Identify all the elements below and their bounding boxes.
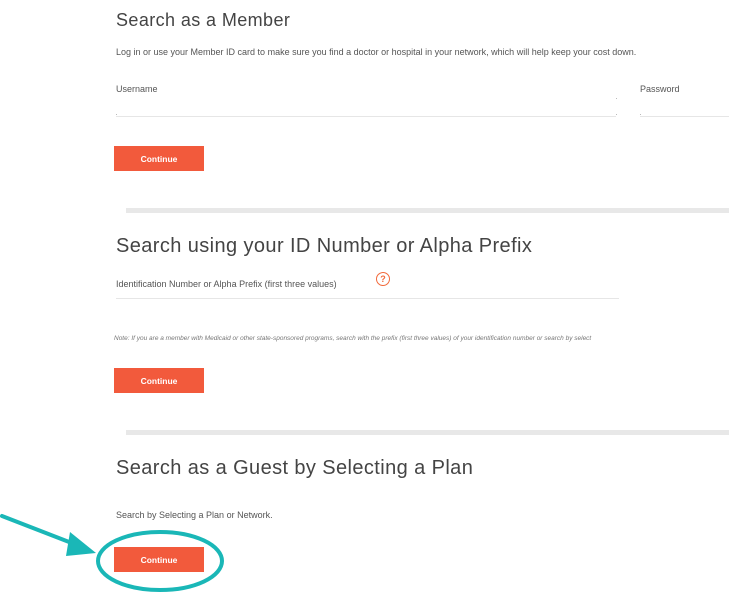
member-section-description: Log in or use your Member ID card to mak… <box>116 47 637 57</box>
username-field-marker <box>616 98 617 99</box>
password-label: Password <box>640 84 680 94</box>
member-continue-button[interactable]: Continue <box>114 146 204 171</box>
id-section-title: Search using your ID Number or Alpha Pre… <box>116 235 533 257</box>
arrow-icon <box>0 514 96 556</box>
section-divider <box>126 208 729 213</box>
password-field-marker <box>640 114 641 115</box>
username-input[interactable] <box>116 102 616 117</box>
username-label: Username <box>116 84 158 94</box>
id-number-input[interactable] <box>116 284 619 299</box>
guest-section-description: Search by Selecting a Plan or Network. <box>116 510 273 520</box>
page: Search as a Member Log in or use your Me… <box>0 0 729 592</box>
guest-continue-button[interactable]: Continue <box>114 547 204 572</box>
password-input[interactable] <box>640 102 729 117</box>
username-field-marker <box>616 114 617 115</box>
username-field-marker <box>116 114 117 115</box>
member-section-title: Search as a Member <box>116 10 291 30</box>
guest-section-title: Search as a Guest by Selecting a Plan <box>116 457 474 479</box>
section-divider <box>126 430 729 435</box>
medicaid-note: Note: If you are a member with Medicaid … <box>114 335 592 342</box>
id-continue-button[interactable]: Continue <box>114 368 204 393</box>
